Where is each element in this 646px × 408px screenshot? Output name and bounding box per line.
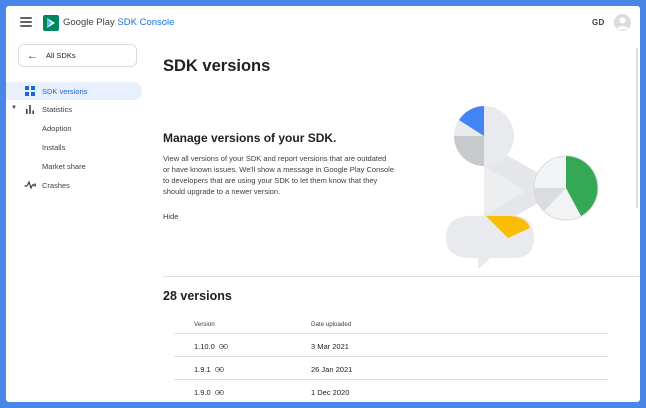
link-icon[interactable] [218,343,228,349]
app-window: Google Play SDK Console GD ← All SDKs SD… [6,6,640,402]
avatar[interactable] [614,14,631,31]
column-header-version[interactable]: Version [194,321,215,328]
sdk-illustration [446,106,599,268]
avatar-person-icon [616,17,629,30]
table-row[interactable]: 1.9.0 1 Dec 2020 [174,380,608,402]
section-divider [163,276,640,277]
sidebar-item-statistics[interactable]: ▼ Statistics [6,100,142,118]
sidebar-item-label: Market share [42,162,86,171]
app-brand[interactable]: Google Play SDK Console [63,17,174,28]
brand-google-play: Google Play [63,17,115,28]
hide-button[interactable]: Hide [163,212,178,221]
sidebar-item-market-share[interactable]: Market share [6,157,142,175]
table-row[interactable]: 1.10.0 3 Mar 2021 [174,334,608,357]
sidebar-item-label: Statistics [42,105,73,114]
version-number: 1.9.0 [194,388,211,397]
sidebar-item-installs[interactable]: Installs [6,138,142,156]
arrow-left-icon: ← [27,50,38,62]
user-initials[interactable]: GD [592,18,605,27]
google-play-logo-icon [43,15,59,31]
date-cell: 1 Dec 2020 [311,388,350,397]
sidebar-item-adoption[interactable]: Adoption [6,119,142,137]
menu-icon[interactable] [20,17,32,27]
sidebar: ← All SDKs SDK versions ▼ Statistics Ado… [6,40,146,402]
versions-title: 28 versions [163,289,232,303]
versions-table: Version Date uploaded 1.10.0 3 Mar 2021 … [174,316,608,402]
top-bar: Google Play SDK Console GD [6,6,640,40]
sidebar-item-label: Adoption [42,124,72,133]
table-row[interactable]: 1.9.1 26 Jan 2021 [174,357,608,380]
intro-title: Manage versions of your SDK. [163,131,337,145]
scrollbar[interactable] [636,48,638,208]
caret-down-icon: ▼ [11,105,17,111]
column-header-date[interactable]: Date uploaded [311,321,351,328]
brand-sdk-console: SDK Console [117,17,175,28]
sidebar-item-crashes[interactable]: Crashes [6,176,142,194]
table-header: Version Date uploaded [174,316,608,334]
sidebar-item-label: Installs [42,143,66,152]
version-cell: 1.9.1 [194,365,224,374]
all-sdks-button[interactable]: ← All SDKs [18,44,137,67]
version-number: 1.9.1 [194,365,211,374]
sidebar-item-sdk-versions[interactable]: SDK versions [6,82,142,100]
date-cell: 3 Mar 2021 [311,342,349,351]
bar-chart-icon [26,105,34,114]
link-icon[interactable] [214,366,224,372]
sidebar-item-label: SDK versions [42,87,88,96]
crashes-icon [24,180,36,190]
page-title: SDK versions [163,57,271,75]
version-number: 1.10.0 [194,342,215,351]
date-cell: 26 Jan 2021 [311,365,353,374]
main-content: SDK versions Manage versions of your SDK… [146,40,640,402]
all-sdks-label: All SDKs [46,51,76,60]
version-cell: 1.9.0 [194,388,224,397]
sdk-versions-icon [25,86,35,96]
intro-description: View all versions of your SDK and report… [163,154,394,196]
link-icon[interactable] [214,389,224,395]
version-cell: 1.10.0 [194,342,228,351]
sidebar-item-label: Crashes [42,181,70,190]
